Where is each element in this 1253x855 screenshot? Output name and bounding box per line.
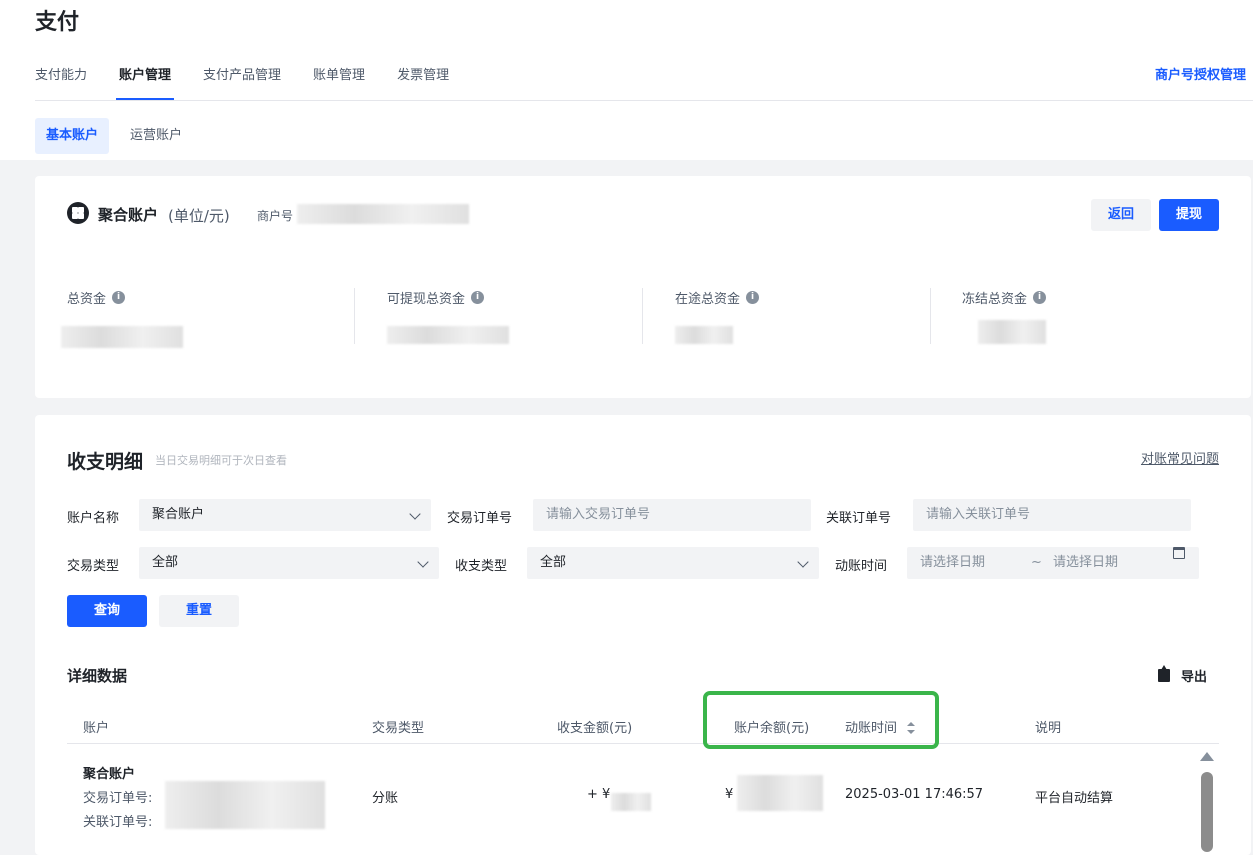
stat-divider — [354, 288, 355, 344]
ledger-card: 收支明细 当日交易明细可于次日查看 对账常见问题 账户名称 聚合账户 交易订单号… — [35, 415, 1251, 855]
account-unit: (单位/元) — [168, 207, 230, 225]
chevron-down-icon — [409, 508, 421, 520]
stat-label: 在途总资金 — [675, 292, 741, 307]
info-icon[interactable]: i — [1033, 291, 1047, 304]
order-no-input[interactable]: 请输入交易订单号 — [533, 499, 811, 531]
grid-icon — [67, 202, 89, 224]
row-time: 2025-03-01 17:46:57 — [845, 787, 984, 802]
withdraw-button[interactable]: 提现 — [1159, 199, 1219, 231]
header-area: 支付 支付能力 账户管理 支付产品管理 账单管理 发票管理 商户号授权管理 基本… — [0, 0, 1253, 160]
tab-payment-capability[interactable]: 支付能力 — [35, 64, 87, 100]
stat-total-funds: 总资金 i — [61, 288, 183, 348]
tab-bill-management[interactable]: 账单管理 — [313, 64, 365, 100]
stat-frozen-funds: 冻结总资金 i — [962, 288, 1047, 344]
flow-type-select[interactable]: 全部 — [527, 547, 819, 579]
reset-button[interactable]: 重置 — [159, 595, 239, 627]
row-balance-redacted — [737, 775, 823, 811]
sub-tabs: 基本账户 运营账户 — [35, 118, 203, 154]
column-remark: 说明 — [1035, 721, 1062, 736]
account-name-select[interactable]: 聚合账户 — [139, 499, 431, 531]
tab-account-management[interactable]: 账户管理 — [116, 64, 175, 100]
tab-payment-products[interactable]: 支付产品管理 — [203, 64, 281, 100]
row-remark: 平台自动结算 — [1035, 791, 1114, 806]
merchant-no-redacted — [297, 204, 469, 224]
merchant-auth-link[interactable]: 商户号授权管理 — [1155, 64, 1246, 83]
tabs-divider — [35, 100, 1253, 101]
trade-type-label: 交易类型 — [67, 559, 120, 574]
info-icon[interactable]: i — [746, 291, 760, 304]
date-end-input[interactable]: 请选择日期 — [1053, 547, 1118, 579]
ledger-title: 收支明细 — [67, 451, 144, 473]
order-no-label: 交易订单号 — [447, 511, 513, 526]
date-range-picker[interactable]: 请选择日期 ~ 请选择日期 — [907, 547, 1199, 579]
stat-label: 冻结总资金 — [962, 292, 1028, 307]
main-tabs: 支付能力 账户管理 支付产品管理 账单管理 发票管理 — [35, 64, 481, 100]
stat-in-transit-funds: 在途总资金 i — [675, 288, 760, 344]
stat-label: 总资金 — [67, 292, 107, 307]
chevron-down-icon — [797, 556, 809, 568]
flow-type-label: 收支类型 — [455, 559, 508, 574]
stat-value-redacted — [387, 326, 509, 344]
account-name-value: 聚合账户 — [152, 507, 205, 522]
date-start-input[interactable]: 请选择日期 — [920, 547, 985, 579]
trade-type-value: 全部 — [152, 555, 179, 570]
column-account: 账户 — [83, 721, 110, 736]
tab-invoice-management[interactable]: 发票管理 — [397, 64, 449, 100]
account-name-label: 账户名称 — [67, 511, 120, 526]
row-related-no-label: 关联订单号: — [83, 815, 153, 830]
time-label: 动账时间 — [835, 559, 888, 574]
column-amount: 收支金额(元) — [557, 721, 633, 736]
stat-label: 可提现总资金 — [387, 292, 466, 307]
scroll-up-arrow[interactable] — [1200, 752, 1214, 761]
subtab-basic-account[interactable]: 基本账户 — [35, 118, 110, 154]
calendar-icon[interactable] — [1173, 547, 1185, 559]
account-card: 聚合账户 (单位/元) 商户号 返回 提现 总资金 i 可提现总资金 i 在途总资金… — [35, 176, 1251, 398]
export-button[interactable]: 导出 — [1157, 665, 1207, 685]
export-icon — [1157, 665, 1170, 682]
row-order-no-redacted — [165, 781, 325, 829]
stat-value-redacted — [675, 326, 733, 344]
related-no-placeholder: 请输入关联订单号 — [926, 507, 1031, 522]
reconciliation-faq-link[interactable]: 对账常见问题 — [1141, 448, 1219, 467]
account-title: 聚合账户 — [98, 206, 159, 224]
column-trade-type: 交易类型 — [372, 721, 425, 736]
table-header-divider — [67, 743, 1219, 744]
merchant-no-label: 商户号 — [257, 209, 294, 223]
page-title: 支付 — [35, 10, 80, 35]
chevron-down-icon — [417, 556, 429, 568]
row-amount-prefix: + ¥ — [587, 787, 611, 802]
row-order-no-label: 交易订单号: — [83, 791, 153, 806]
stat-divider — [930, 288, 931, 344]
stat-value-redacted — [61, 326, 183, 348]
scrollbar-thumb[interactable] — [1201, 772, 1213, 852]
subtab-operation-account[interactable]: 运营账户 — [119, 118, 193, 154]
query-button[interactable]: 查询 — [67, 595, 147, 627]
date-separator: ~ — [1031, 555, 1042, 570]
related-no-label: 关联订单号 — [826, 511, 892, 526]
related-no-input[interactable]: 请输入关联订单号 — [913, 499, 1191, 531]
stat-divider — [642, 288, 643, 344]
stat-withdrawable-funds: 可提现总资金 i — [387, 288, 509, 344]
flow-type-value: 全部 — [540, 555, 567, 570]
back-button[interactable]: 返回 — [1091, 199, 1151, 231]
row-trade-type: 分账 — [372, 791, 399, 806]
export-label: 导出 — [1180, 670, 1207, 685]
info-icon[interactable]: i — [471, 291, 485, 304]
trade-type-select[interactable]: 全部 — [139, 547, 439, 579]
highlight-box — [703, 691, 939, 749]
order-no-placeholder: 请输入交易订单号 — [546, 507, 651, 522]
row-amount-redacted — [611, 793, 651, 811]
info-icon[interactable]: i — [112, 291, 126, 304]
ledger-hint: 当日交易明细可于次日查看 — [155, 454, 287, 467]
row-account: 聚合账户 — [83, 767, 136, 782]
detail-title: 详细数据 — [67, 667, 128, 685]
stat-value-redacted — [978, 320, 1046, 344]
row-balance-prefix: ¥ — [725, 787, 734, 802]
